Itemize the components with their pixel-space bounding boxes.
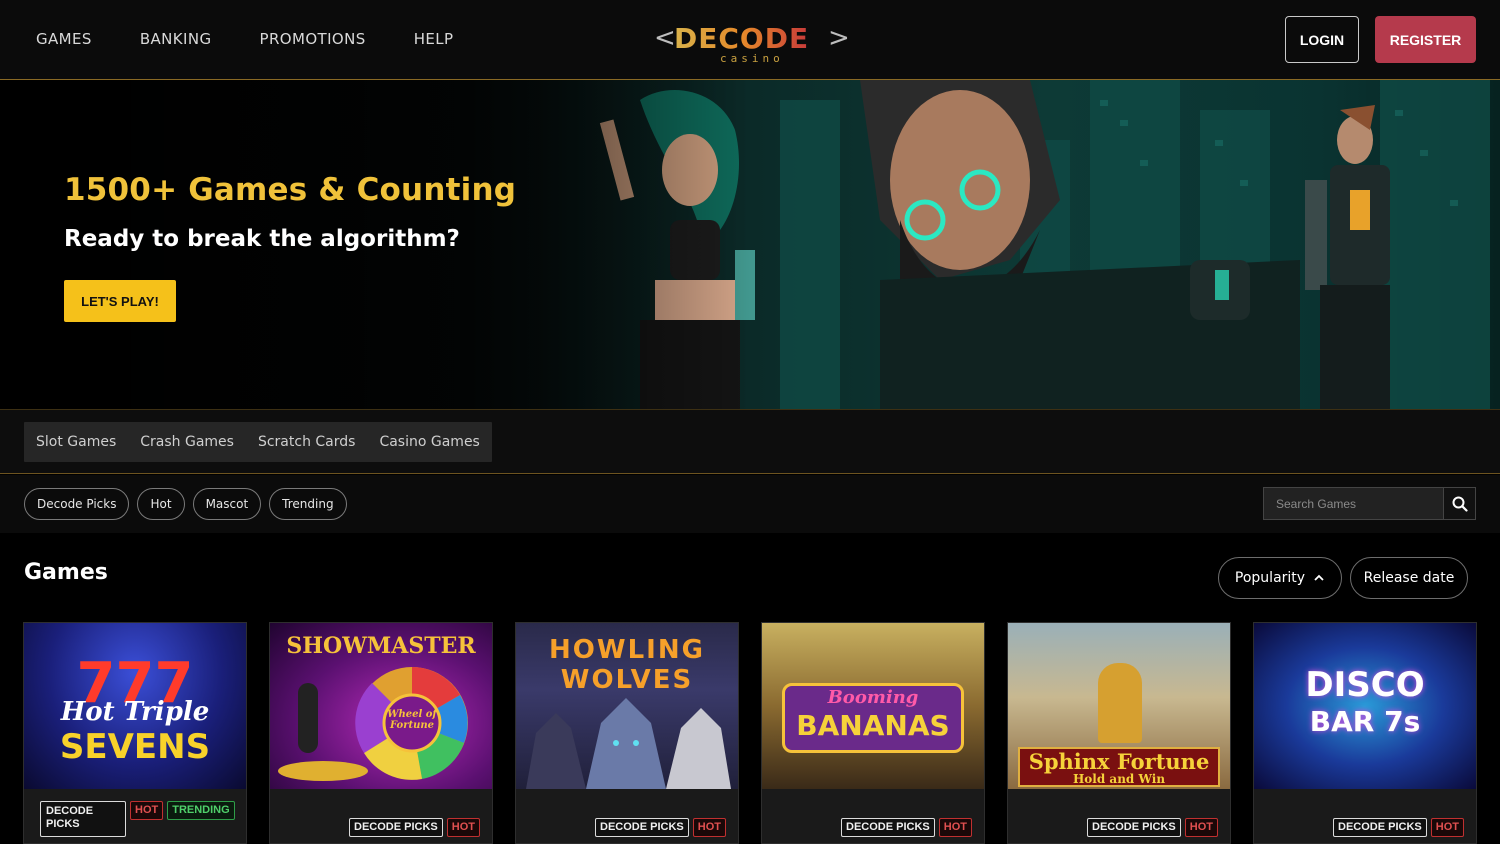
game-title-line1: Booming [827,687,919,708]
tag-decode-picks: DECODE PICKS [595,818,689,837]
game-card[interactable]: 777 Hot Triple SEVENS DECODE PICKS HOT T… [23,622,247,844]
top-header: GAMES BANKING PROMOTIONS HELP < > DECODE… [0,0,1500,80]
game-tags: DECODE PICKS HOT [1333,818,1464,837]
tab-casino-games[interactable]: Casino Games [367,422,491,462]
logo-wordmark: DECODE [674,22,809,55]
game-title-line1: Hot Triple [60,697,210,727]
game-tags: DECODE PICKS HOT [595,818,726,837]
game-tags: DECODE PICKS HOT [1087,818,1218,837]
game-card[interactable]: Booming BANANAS DECODE PICKS HOT [761,622,985,844]
game-card[interactable]: SHOWMASTER Wheel of Fortune DECODE PICKS… [269,622,493,844]
register-button[interactable]: REGISTER [1375,16,1476,63]
tab-slot-games[interactable]: Slot Games [24,422,128,462]
game-tags: DECODE PICKS HOT [349,818,480,837]
svg-text:>: > [828,23,848,53]
tab-scratch-cards[interactable]: Scratch Cards [246,422,367,462]
tag-hot: HOT [692,818,726,837]
search-icon [1452,496,1468,512]
game-card[interactable]: HOWLING WOLVES DECODE PICKS HOT [515,622,739,844]
hero-title: 1500+ Games & Counting [64,172,517,208]
filter-bar: Decode Picks Hot Mascot Trending [0,475,1500,533]
tab-crash-games[interactable]: Crash Games [128,422,246,462]
game-thumbnail[interactable]: Booming BANANAS [762,623,984,789]
game-title-line1: HOWLING [549,635,705,665]
game-title-line2: Wheel of Fortune [387,709,437,731]
wolves-art [526,698,731,789]
svg-text:<: < [654,23,676,53]
tag-trending: TRENDING [167,801,235,820]
tag-hot: HOT [1184,818,1218,837]
logo-sub: casino [720,52,784,65]
game-tags: DECODE PICKS HOT TRENDING [40,801,235,837]
category-tabs: Slot Games Crash Games Scratch Cards Cas… [24,422,492,462]
casino-logo[interactable]: < > DECODE casino [652,14,850,66]
game-card[interactable]: Sphinx Fortune Hold and Win DECODE PICKS… [1007,622,1231,844]
game-thumbnail[interactable]: HOWLING WOLVES [516,623,738,789]
main-nav: GAMES BANKING PROMOTIONS HELP [36,30,501,48]
category-bar: Slot Games Crash Games Scratch Cards Cas… [0,410,1500,474]
game-title-line1: DISCO [1305,665,1425,705]
hero-banner: 1500+ Games & Counting Ready to break th… [0,80,1500,410]
game-tags: DECODE PICKS HOT [841,818,972,837]
game-title-line1: Sphinx Fortune [1028,749,1210,774]
tag-decode-picks: DECODE PICKS [40,801,126,837]
search-input[interactable] [1264,488,1443,519]
tag-decode-picks: DECODE PICKS [1333,818,1427,837]
game-title-line2: Hold and Win [1072,772,1166,786]
filter-chips: Decode Picks Hot Mascot Trending [24,488,347,520]
game-title-line2: WOLVES [560,665,694,695]
game-thumbnail[interactable]: Sphinx Fortune Hold and Win [1008,623,1230,789]
tag-decode-picks: DECODE PICKS [349,818,443,837]
game-title-line2: BAR 7s [1309,705,1421,738]
game-thumbnail[interactable]: DISCO BAR 7s [1254,623,1476,789]
nav-help[interactable]: HELP [414,30,454,48]
game-thumbnail[interactable]: SHOWMASTER Wheel of Fortune [270,623,492,789]
game-title-line1: SHOWMASTER [286,633,476,659]
tag-hot: HOT [130,801,164,820]
tag-decode-picks: DECODE PICKS [1087,818,1181,837]
lets-play-button[interactable]: LET'S PLAY! [64,280,176,322]
chip-mascot[interactable]: Mascot [192,488,262,520]
game-card[interactable]: DISCO BAR 7s DECODE PICKS HOT [1253,622,1477,844]
games-heading: Games [24,560,108,585]
hero-subtitle: Ready to break the algorithm? [64,226,460,252]
login-button[interactable]: LOGIN [1285,16,1359,63]
search-box [1263,487,1476,520]
host-figure [298,683,318,753]
tag-hot: HOT [938,818,972,837]
stage-platform [278,761,368,781]
chip-decode-picks[interactable]: Decode Picks [24,488,130,520]
tag-decode-picks: DECODE PICKS [841,818,935,837]
game-title-line2: SEVENS [59,727,211,767]
nav-banking[interactable]: BANKING [140,30,212,48]
nav-games[interactable]: GAMES [36,30,92,48]
sort-release-date-button[interactable]: Release date [1350,557,1468,599]
nav-promotions[interactable]: PROMOTIONS [260,30,366,48]
tag-hot: HOT [446,818,480,837]
game-title-line2: BANANAS [796,709,950,742]
game-thumbnail[interactable]: 777 Hot Triple SEVENS [24,623,246,789]
chip-hot[interactable]: Hot [137,488,185,520]
sort-popularity-label: Popularity [1234,570,1306,586]
sort-popularity-button[interactable]: Popularity [1218,557,1342,599]
chip-trending[interactable]: Trending [269,488,347,520]
search-button[interactable] [1443,488,1475,519]
pharaoh-figure [1098,663,1142,743]
tag-hot: HOT [1430,818,1464,837]
chevron-up-icon [1314,574,1324,581]
games-section: Games Popularity Release date 777 Hot Tr… [0,533,1500,844]
